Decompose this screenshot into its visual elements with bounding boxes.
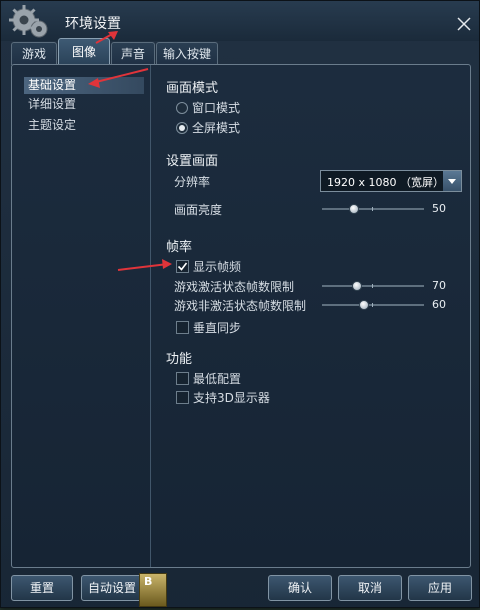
annotation-arrows — [88, 31, 172, 271]
annotation-arrow-fps — [117, 263, 169, 271]
arrowhead — [88, 78, 100, 88]
arrowhead — [162, 259, 172, 269]
annotation-arrow-sidebar — [91, 68, 149, 84]
